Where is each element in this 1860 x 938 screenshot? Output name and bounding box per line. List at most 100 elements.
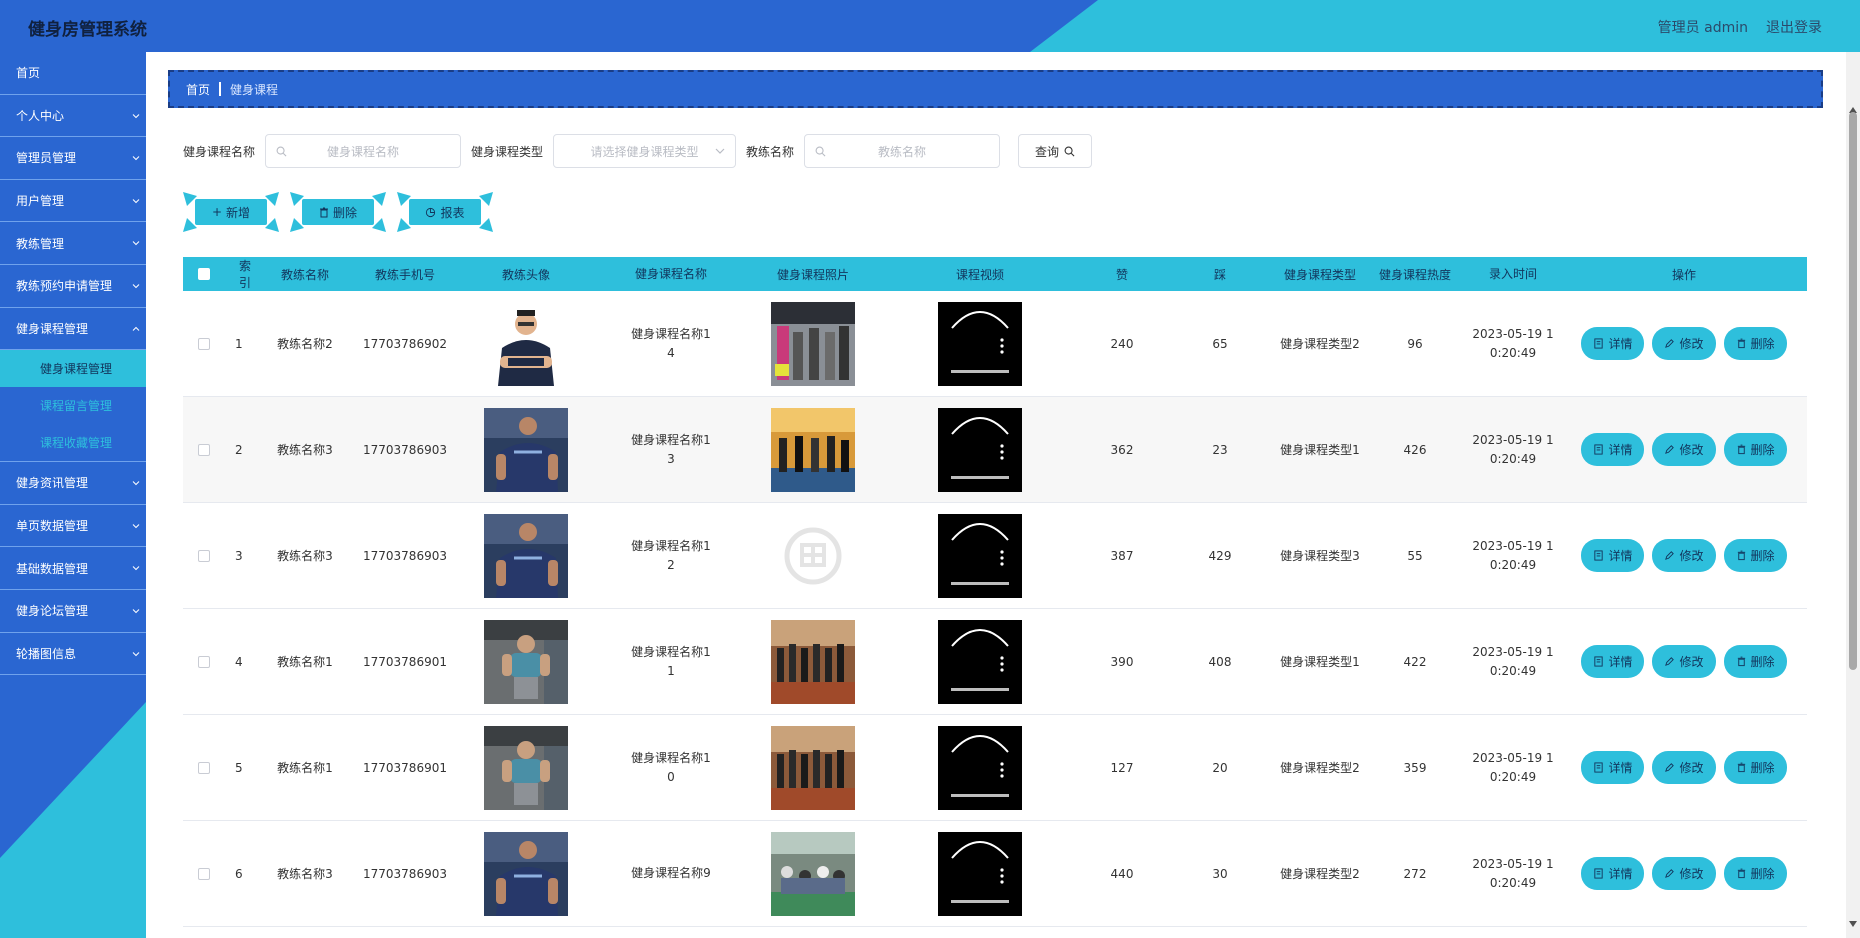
edit-button[interactable]: 修改: [1652, 645, 1716, 678]
detail-button[interactable]: 详情: [1581, 327, 1645, 360]
delete-button[interactable]: 删除: [1723, 751, 1787, 784]
search-icon: [276, 146, 287, 157]
sidebar-subitem[interactable]: 课程收藏管理: [0, 424, 146, 461]
course-name-input[interactable]: 健身课程名称: [265, 134, 462, 168]
sidebar-item[interactable]: 首页: [0, 52, 146, 95]
course-video-player[interactable]: [938, 725, 1022, 810]
header-course-type: 健身课程类型: [1283, 267, 1356, 282]
coach-avatar-image: [484, 619, 568, 704]
sidebar-subitem[interactable]: 课程留言管理: [0, 387, 146, 424]
edit-button[interactable]: 修改: [1652, 857, 1716, 890]
row-checkbox[interactable]: [198, 549, 210, 562]
cell-course-type: 健身课程类型1: [1280, 443, 1360, 457]
plus-icon: +: [211, 205, 223, 219]
breadcrumb-home[interactable]: 首页: [186, 81, 210, 98]
delete-button[interactable]: 删除: [1723, 327, 1787, 360]
course-video-player[interactable]: [938, 301, 1022, 386]
edit-button-label: 修改: [1679, 337, 1704, 351]
course-video-player[interactable]: [938, 407, 1022, 492]
row-checkbox[interactable]: [198, 337, 210, 350]
cell-course-video: [881, 725, 1079, 810]
edit-button[interactable]: 修改: [1652, 327, 1716, 360]
edit-button[interactable]: 修改: [1652, 433, 1716, 466]
chevron-down-icon: [132, 651, 140, 656]
detail-button[interactable]: 详情: [1581, 751, 1645, 784]
edit-button-label: 修改: [1679, 443, 1704, 457]
row-select-cell: [183, 655, 225, 668]
row-checkbox[interactable]: [198, 867, 210, 880]
detail-button-label: 详情: [1608, 655, 1633, 669]
delete-button[interactable]: 删除: [1723, 857, 1787, 890]
sidebar-item[interactable]: 单页数据管理: [0, 505, 146, 548]
entry-time-line-1: 2023-05-19 1: [1472, 432, 1554, 447]
cell-index: 3: [235, 548, 243, 563]
edit-icon: [1665, 869, 1675, 878]
header-course-photo: 健身课程照片: [776, 267, 849, 282]
batch-delete-button[interactable]: 删除: [290, 192, 386, 232]
entry-time-line-2: 0:20:49: [1489, 557, 1537, 572]
video-thumbnail: [951, 522, 1009, 585]
cell-likes: 440: [1110, 866, 1134, 881]
detail-button[interactable]: 详情: [1581, 539, 1645, 572]
detail-button[interactable]: 详情: [1581, 645, 1645, 678]
sidebar-item[interactable]: 健身论坛管理: [0, 590, 146, 633]
add-button[interactable]: + 新增: [183, 192, 279, 232]
report-button[interactable]: 报表: [397, 192, 493, 232]
query-button[interactable]: 查询: [1018, 134, 1093, 168]
row-checkbox[interactable]: [198, 443, 210, 456]
course-name-line-2: 4: [667, 345, 675, 360]
coach-name-input[interactable]: 教练名称: [804, 134, 1001, 168]
page-scrollbar[interactable]: [1846, 52, 1860, 938]
sidebar-subitem[interactable]: 健身课程管理: [0, 350, 146, 388]
scrollbar-thumb[interactable]: [1849, 112, 1857, 670]
sidebar-item[interactable]: 用户管理: [0, 180, 146, 223]
row-select-cell: [183, 867, 225, 880]
row-checkbox[interactable]: [198, 761, 210, 774]
chevron-down-icon: [132, 241, 140, 246]
sidebar-item[interactable]: 管理员管理: [0, 137, 146, 180]
sidebar-item[interactable]: 健身课程管理: [0, 308, 146, 351]
edit-button[interactable]: 修改: [1652, 751, 1716, 784]
cell-coach-avatar: [455, 725, 597, 810]
cell-coach-name: 教练名称3: [277, 443, 333, 457]
course-video-player[interactable]: [938, 831, 1022, 916]
edit-button[interactable]: 修改: [1652, 539, 1716, 572]
corner-decoration: [479, 218, 493, 232]
edit-button-label: 修改: [1679, 867, 1704, 881]
select-all-checkbox[interactable]: [198, 268, 210, 280]
row-checkbox[interactable]: [198, 655, 210, 668]
trash-icon: [1737, 762, 1745, 773]
cell-coach-avatar: [455, 301, 597, 386]
breadcrumb-current: 健身课程: [230, 82, 279, 97]
course-type-select[interactable]: 请选择健身课程类型: [553, 134, 737, 168]
document-icon: [1594, 656, 1604, 667]
delete-button[interactable]: 删除: [1723, 645, 1787, 678]
sidebar-item[interactable]: 基础数据管理: [0, 547, 146, 590]
delete-button[interactable]: 删除: [1723, 539, 1787, 572]
entry-time-line-2: 0:20:49: [1489, 875, 1537, 890]
course-video-player[interactable]: [938, 619, 1022, 704]
cell-coach-phone: 17703786903: [363, 548, 447, 563]
scroll-down-arrow-icon[interactable]: [1849, 921, 1857, 927]
sidebar-item[interactable]: 轮播图信息: [0, 633, 146, 676]
entry-time-wrapper: 2023-05-19 1 0:20:49: [1472, 537, 1553, 575]
table-header: 索引 教练名称 教练手机号 教练头像 健身课程名称 健身课程照片 课程视频 赞 …: [183, 257, 1807, 291]
chevron-down-icon: [132, 198, 140, 203]
logout-link[interactable]: 退出登录: [1766, 17, 1822, 37]
sidebar-item[interactable]: 教练管理: [0, 222, 146, 265]
cell-coach-phone: 17703786901: [363, 760, 447, 775]
batch-delete-label: 删除: [332, 205, 357, 220]
table-row: 6 教练名称3 17703786903 健身课程名称9 440 30 健身课程类型2 272 2…: [183, 821, 1807, 927]
detail-button[interactable]: 详情: [1581, 857, 1645, 890]
sidebar-item[interactable]: 教练预约申请管理: [0, 265, 146, 308]
course-video-player[interactable]: [938, 513, 1022, 598]
sidebar-item[interactable]: 健身资讯管理: [0, 462, 146, 505]
cell-course-name: 健身课程名称1 3: [597, 431, 745, 469]
sidebar-item[interactable]: 个人中心: [0, 95, 146, 138]
detail-button-label: 详情: [1608, 337, 1633, 351]
detail-button[interactable]: 详情: [1581, 433, 1645, 466]
entry-time-line-2: 0:20:49: [1489, 769, 1537, 784]
header-coach-name: 教练名称: [280, 267, 329, 282]
cell-likes: 387: [1110, 548, 1134, 563]
delete-button[interactable]: 删除: [1723, 433, 1787, 466]
